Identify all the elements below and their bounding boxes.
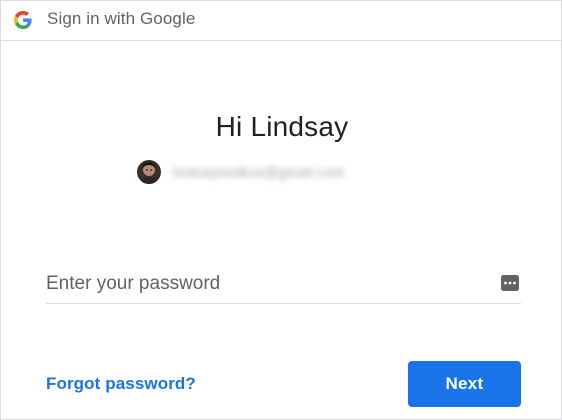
sign-in-dialog: Sign in with Google Hi Lindsay lindsayho… xyxy=(0,0,562,420)
password-dots-icon[interactable] xyxy=(501,275,519,291)
account-chip[interactable]: lindsayhodkos@gmail.com xyxy=(137,159,344,185)
dialog-header: Sign in with Google xyxy=(1,1,561,41)
password-input[interactable] xyxy=(46,267,476,301)
next-button[interactable]: Next xyxy=(408,361,521,407)
greeting-heading: Hi Lindsay xyxy=(215,111,349,142)
account-email: lindsayhodkos@gmail.com xyxy=(173,164,345,180)
password-field xyxy=(46,267,521,304)
avatar xyxy=(137,160,161,184)
dialog-title: Sign in with Google xyxy=(47,9,196,28)
forgot-password-link[interactable]: Forgot password? xyxy=(46,374,196,394)
google-g-icon xyxy=(14,11,32,29)
